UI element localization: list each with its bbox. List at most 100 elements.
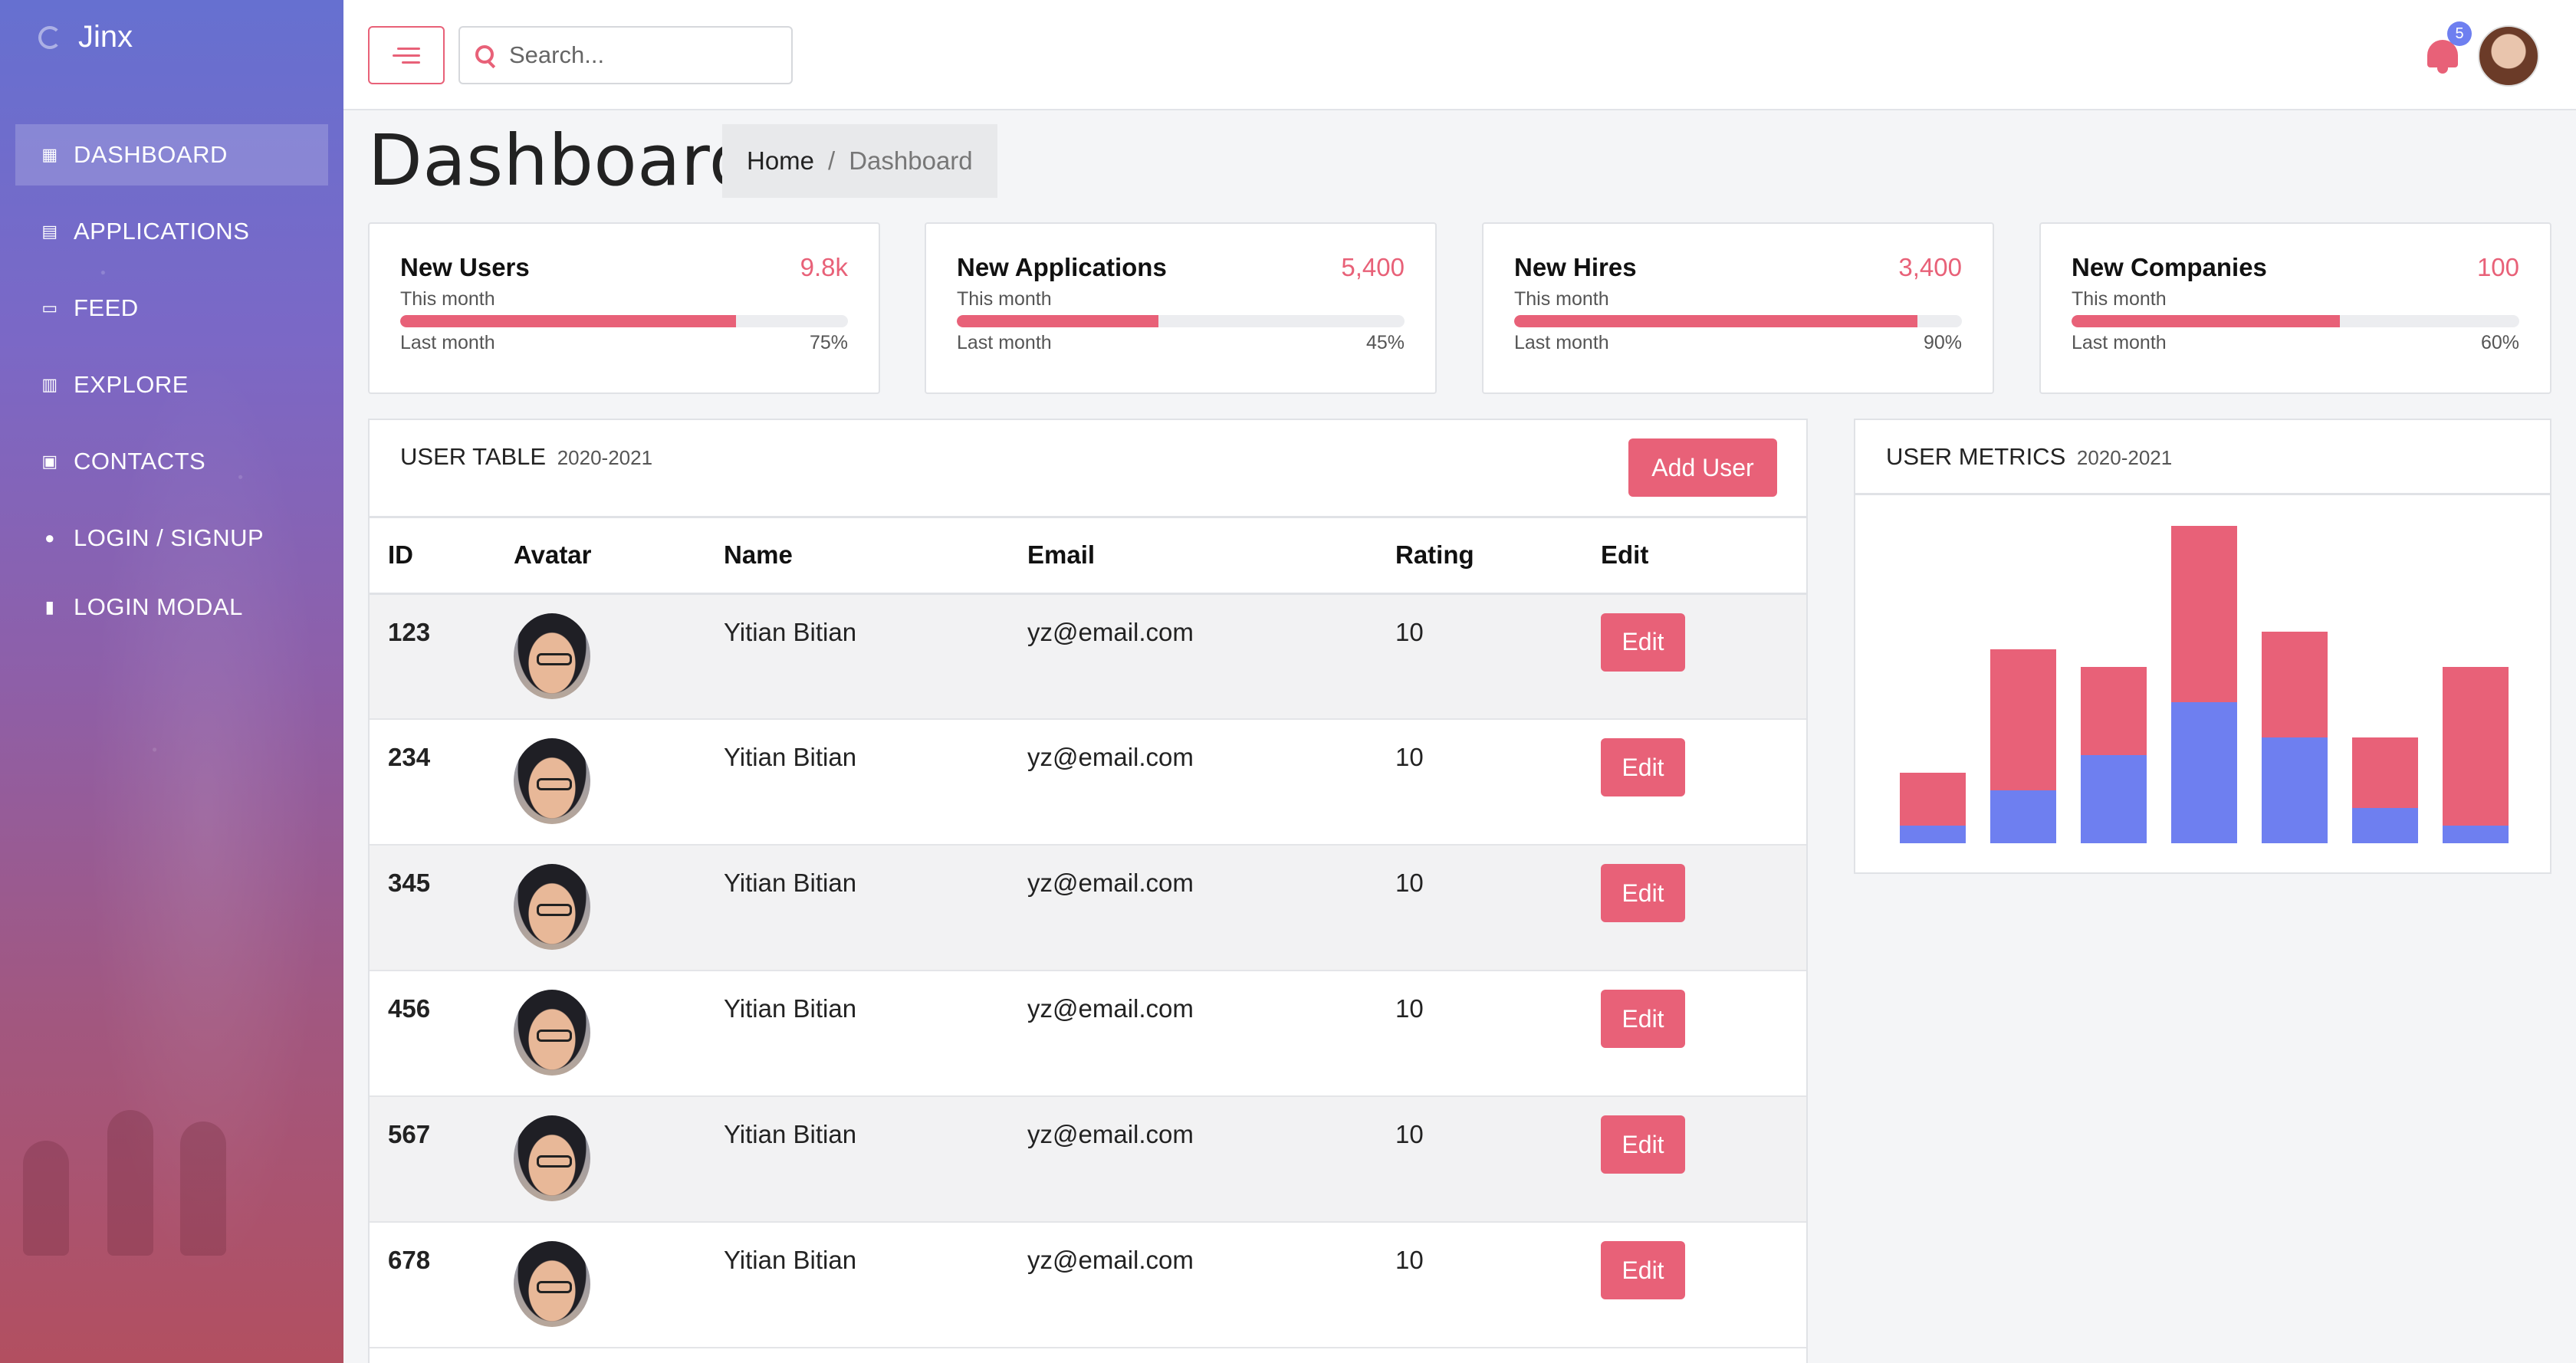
panel-year: 2020-2021 — [557, 446, 653, 469]
add-user-button[interactable]: Add User — [1628, 438, 1777, 497]
edit-button[interactable]: Edit — [1601, 738, 1685, 796]
cell-rating: 10 — [1395, 1222, 1601, 1348]
stat-footer-label: Last month — [400, 332, 495, 353]
row-avatar — [514, 990, 590, 1076]
chart-bar-segment — [1990, 790, 2056, 843]
stat-card-new-companies: New Companies 100 This month Last month … — [2039, 222, 2551, 394]
user-avatar[interactable] — [2478, 25, 2539, 87]
user-metrics-chart — [1900, 526, 2509, 843]
stat-card-new-users: New Users 9.8k This month Last month 75% — [368, 222, 880, 394]
cell-name: Yitian Bitian — [724, 593, 1027, 720]
row-avatar — [514, 1115, 590, 1201]
sidebar-item-label: CONTACTS — [74, 448, 206, 475]
cell-email: yz@email.com — [1027, 1222, 1395, 1348]
notification-badge: 5 — [2447, 21, 2472, 46]
search-icon — [475, 45, 495, 65]
explore-icon: ▥ — [41, 375, 58, 394]
table-row: 123 Yitian Bitian yz@email.com 10 Edit — [370, 593, 1806, 720]
cell-id: 345 — [370, 845, 514, 971]
notifications-button[interactable]: 5 — [2424, 21, 2472, 75]
brand[interactable]: Jinx — [38, 20, 133, 54]
edit-button[interactable]: Edit — [1601, 1115, 1685, 1174]
sidebar-item-feed[interactable]: ▭ FEED — [15, 278, 328, 339]
breadcrumb-home-link[interactable]: Home — [747, 146, 814, 176]
sidebar-item-applications[interactable]: ▤ APPLICATIONS — [15, 201, 328, 262]
dashboard-icon: ▦ — [41, 145, 58, 164]
brand-name: Jinx — [78, 20, 133, 54]
cell-rating: 10 — [1395, 1096, 1601, 1223]
stat-card-new-applications: New Applications 5,400 This month Last m… — [925, 222, 1437, 394]
cell-rating: 10 — [1395, 971, 1601, 1097]
cell-name: Yitian Bitian — [724, 845, 1027, 971]
sidebar-item-contacts[interactable]: ▣ CONTACTS — [15, 431, 328, 492]
chart-bar-segment — [1900, 773, 1966, 826]
edit-button[interactable]: Edit — [1601, 990, 1685, 1048]
column-header-email: Email — [1027, 518, 1395, 595]
sidebar-item-explore[interactable]: ▥ EXPLORE — [15, 354, 328, 415]
chart-bar-segment — [2443, 667, 2509, 826]
stat-progress-fill — [1514, 315, 1917, 327]
cell-id: 567 — [370, 1096, 514, 1223]
edit-button[interactable]: Edit — [1601, 613, 1685, 672]
stat-card-new-hires: New Hires 3,400 This month Last month 90… — [1482, 222, 1994, 394]
breadcrumb-separator: / — [828, 146, 836, 175]
table-row: 567 Yitian Bitian yz@email.com 10 Edit — [370, 1096, 1806, 1223]
stat-title: New Users — [400, 253, 530, 281]
applications-icon: ▤ — [41, 222, 58, 241]
sidebar-item-label: DASHBOARD — [74, 141, 228, 168]
row-avatar — [514, 613, 590, 699]
stat-value: 100 — [2476, 253, 2519, 281]
chart-bar-segment — [1900, 826, 1966, 843]
row-avatar — [514, 864, 590, 950]
menu-icon — [397, 47, 420, 50]
cell-email: yz@email.com — [1027, 845, 1395, 971]
panel-year: 2020-2021 — [2076, 446, 2173, 469]
cell-id: 234 — [370, 719, 514, 846]
cell-rating: 10 — [1395, 593, 1601, 720]
stat-progress-fill — [2072, 315, 2341, 327]
user-metrics-title: USER METRICS 2020-2021 — [1886, 443, 2172, 471]
stat-subtitle: This month — [1514, 288, 1609, 310]
panel-title-text: USER TABLE — [400, 443, 547, 470]
page-title: Dashboard — [368, 120, 754, 202]
column-header-rating: Rating — [1395, 518, 1601, 595]
cell-id: 456 — [370, 971, 514, 1097]
panel-title-text: USER METRICS — [1886, 443, 2066, 470]
brand-logo-icon — [38, 25, 61, 49]
table-row: 456 Yitian Bitian yz@email.com 10 Edit — [370, 971, 1806, 1097]
chart-bar-segment — [2171, 702, 2237, 843]
stat-title: New Hires — [1514, 253, 1637, 281]
edit-button[interactable]: Edit — [1601, 864, 1685, 922]
stat-progress-fill — [957, 315, 1158, 327]
stat-footer-label: Last month — [1514, 332, 1609, 353]
sidebar-item-label: LOGIN MODAL — [74, 593, 243, 620]
sidebar-item-label: LOGIN / SIGNUP — [74, 524, 264, 551]
stat-percent: 45% — [1365, 332, 1405, 353]
sidebar-item-login-signup[interactable]: ● LOGIN / SIGNUP — [15, 507, 328, 569]
sidebar-item-label: FEED — [74, 294, 139, 321]
cell-name: Yitian Bitian — [724, 1096, 1027, 1223]
user-table-header: USER TABLE 2020-2021 Add User — [370, 420, 1806, 518]
sidebar-item-label: EXPLORE — [74, 371, 189, 398]
contacts-icon: ▣ — [41, 452, 58, 471]
column-header-avatar: Avatar — [514, 518, 724, 595]
table-header-row: ID Avatar Name Email Rating Edit — [370, 518, 1806, 595]
sidebar-item-login-modal[interactable]: ▮ LOGIN MODAL — [15, 576, 328, 638]
cell-email: yz@email.com — [1027, 971, 1395, 1097]
stat-title: New Applications — [957, 253, 1167, 281]
search-input[interactable] — [509, 41, 770, 69]
chart-bar-segment — [1990, 649, 2056, 790]
menu-toggle-button[interactable] — [368, 26, 445, 84]
sidebar-nav: ▦ DASHBOARD ▤ APPLICATIONS ▭ FEED ▥ EXPL… — [15, 124, 328, 653]
sidebar-silhouettes — [15, 1102, 245, 1256]
cell-rating: 10 — [1395, 845, 1601, 971]
chart-bar-segment — [2081, 755, 2147, 843]
cell-name: Yitian Bitian — [724, 971, 1027, 1097]
sidebar-item-dashboard[interactable]: ▦ DASHBOARD — [15, 124, 328, 186]
feed-icon: ▭ — [41, 298, 58, 317]
chart-bar-segment — [2352, 737, 2418, 808]
stat-progress-bar — [400, 315, 848, 327]
edit-button[interactable]: Edit — [1601, 1241, 1685, 1299]
user-metrics-header: USER METRICS 2020-2021 — [1855, 420, 2550, 495]
stat-progress-bar — [957, 315, 1405, 327]
